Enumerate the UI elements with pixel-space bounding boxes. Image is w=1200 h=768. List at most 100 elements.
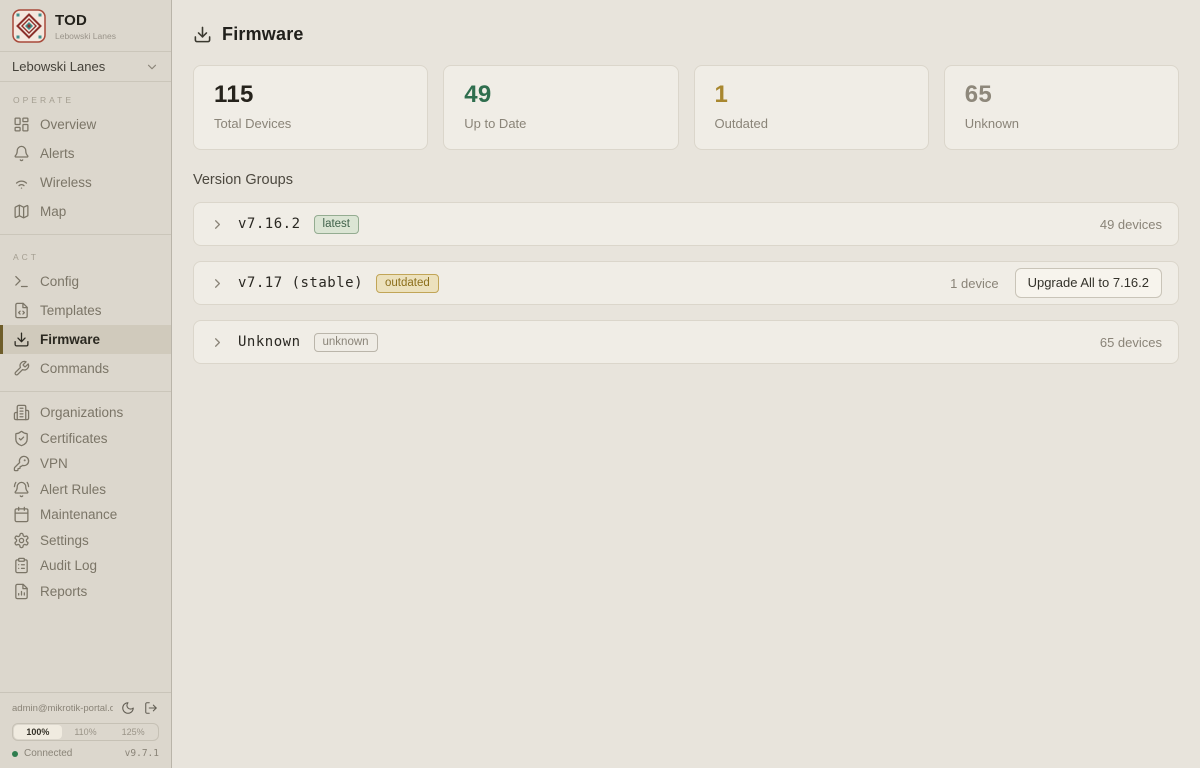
zoom-option-110[interactable]: 110%: [62, 725, 110, 739]
stat-card-total-devices: 115 Total Devices: [193, 65, 428, 150]
zoom-control: 100% 110% 125%: [12, 723, 159, 741]
app-version: v9.7.1: [125, 748, 159, 759]
version-label: v7.16.2: [238, 216, 301, 232]
status-badge: outdated: [376, 274, 439, 293]
sidebar-item-audit-log[interactable]: Audit Log: [0, 553, 171, 579]
zoom-option-125[interactable]: 125%: [109, 725, 157, 739]
chevron-right-icon: [210, 217, 225, 232]
sidebar-item-label: Map: [40, 204, 66, 219]
sidebar-item-label: Templates: [40, 303, 102, 318]
version-group-row[interactable]: v7.16.2 latest 49 devices: [193, 202, 1179, 246]
divider: [0, 391, 171, 392]
sidebar-item-organizations[interactable]: Organizations: [0, 400, 171, 426]
stat-card-up-to-date: 49 Up to Date: [443, 65, 678, 150]
sidebar-item-templates[interactable]: Templates: [0, 296, 171, 325]
app-window: TOD Lebowski Lanes Lebowski Lanes OPERAT…: [0, 0, 1200, 768]
stat-value: 65: [965, 81, 1158, 109]
org-selector-value: Lebowski Lanes: [12, 59, 105, 74]
expand-row-button[interactable]: [210, 276, 225, 291]
chevron-down-icon: [145, 60, 159, 74]
sidebar-item-label: Alert Rules: [40, 482, 106, 497]
sidebar-item-wireless[interactable]: Wireless: [0, 168, 171, 197]
sidebar: TOD Lebowski Lanes Lebowski Lanes OPERAT…: [0, 0, 172, 768]
sidebar-item-maintenance[interactable]: Maintenance: [0, 502, 171, 528]
main-content: Firmware 115 Total Devices 49 Up to Date…: [172, 0, 1200, 768]
stat-label: Up to Date: [464, 116, 657, 131]
section-label-act: ACT: [0, 243, 171, 267]
divider: [0, 234, 171, 235]
logout-button[interactable]: [144, 701, 159, 716]
stat-label: Outdated: [715, 116, 908, 131]
bell-icon: [13, 145, 30, 162]
sidebar-nav: OPERATE Overview Alerts Wireless: [0, 82, 171, 692]
sidebar-item-label: Commands: [40, 361, 109, 376]
terminal-icon: [13, 273, 30, 290]
sidebar-item-label: Config: [40, 274, 79, 289]
sidebar-item-settings[interactable]: Settings: [0, 528, 171, 554]
expand-row-button[interactable]: [210, 335, 225, 350]
chevron-right-icon: [210, 276, 225, 291]
sidebar-item-label: Firmware: [40, 332, 100, 347]
download-icon: [13, 331, 30, 348]
sidebar-item-certificates[interactable]: Certificates: [0, 426, 171, 452]
shield-check-icon: [13, 430, 30, 447]
logo-block[interactable]: TOD Lebowski Lanes: [0, 0, 171, 51]
stat-value: 1: [715, 81, 908, 109]
sidebar-item-map[interactable]: Map: [0, 197, 171, 226]
sidebar-item-label: Reports: [40, 584, 87, 599]
file-code-icon: [13, 302, 30, 319]
clipboard-list-icon: [13, 557, 30, 574]
app-title: TOD: [55, 12, 116, 29]
status-badge: latest: [314, 215, 360, 234]
version-group-row[interactable]: v7.17 (stable) outdated 1 device Upgrade…: [193, 261, 1179, 305]
sidebar-item-config[interactable]: Config: [0, 267, 171, 296]
stat-cards: 115 Total Devices 49 Up to Date 1 Outdat…: [193, 65, 1179, 150]
logo-text: TOD Lebowski Lanes: [55, 12, 116, 41]
sidebar-item-alert-rules[interactable]: Alert Rules: [0, 477, 171, 503]
page-title: Firmware: [222, 24, 304, 45]
download-icon: [193, 25, 212, 44]
zoom-option-100[interactable]: 100%: [14, 725, 62, 739]
layout-dashboard-icon: [13, 116, 30, 133]
section-label-operate: OPERATE: [0, 86, 171, 110]
stat-card-outdated: 1 Outdated: [694, 65, 929, 150]
sidebar-item-label: VPN: [40, 456, 68, 471]
device-count: 65 devices: [1100, 335, 1162, 350]
sidebar-item-label: Audit Log: [40, 558, 97, 573]
sidebar-item-label: Wireless: [40, 175, 92, 190]
theme-toggle-button[interactable]: [121, 701, 136, 716]
sidebar-item-label: Settings: [40, 533, 89, 548]
map-icon: [13, 203, 30, 220]
wifi-icon: [13, 174, 30, 191]
bell-ring-icon: [13, 481, 30, 498]
expand-row-button[interactable]: [210, 217, 225, 232]
upgrade-all-button[interactable]: Upgrade All to 7.16.2: [1015, 268, 1162, 298]
log-out-icon: [144, 701, 158, 715]
status-badge: unknown: [314, 333, 378, 352]
key-icon: [13, 455, 30, 472]
moon-icon: [121, 701, 135, 715]
sidebar-item-overview[interactable]: Overview: [0, 110, 171, 139]
sidebar-item-reports[interactable]: Reports: [0, 579, 171, 605]
stat-value: 115: [214, 81, 407, 109]
connection-status-dot: [12, 751, 18, 757]
sidebar-item-label: Organizations: [40, 405, 123, 420]
user-email: admin@mikrotik-portal.dev: [12, 703, 113, 714]
version-label: v7.17 (stable): [238, 275, 363, 291]
stat-label: Unknown: [965, 116, 1158, 131]
app-logo-icon: [12, 9, 46, 43]
version-label: Unknown: [238, 334, 301, 350]
sidebar-item-commands[interactable]: Commands: [0, 354, 171, 383]
stat-value: 49: [464, 81, 657, 109]
sidebar-item-firmware[interactable]: Firmware: [0, 325, 171, 354]
building-icon: [13, 404, 30, 421]
sidebar-item-label: Overview: [40, 117, 96, 132]
sidebar-item-vpn[interactable]: VPN: [0, 451, 171, 477]
org-selector[interactable]: Lebowski Lanes: [0, 51, 171, 82]
sidebar-item-alerts[interactable]: Alerts: [0, 139, 171, 168]
sidebar-item-label: Alerts: [40, 146, 75, 161]
gear-icon: [13, 532, 30, 549]
version-group-row[interactable]: Unknown unknown 65 devices: [193, 320, 1179, 364]
connection-status: Connected: [24, 748, 125, 759]
sidebar-item-label: Maintenance: [40, 507, 117, 522]
